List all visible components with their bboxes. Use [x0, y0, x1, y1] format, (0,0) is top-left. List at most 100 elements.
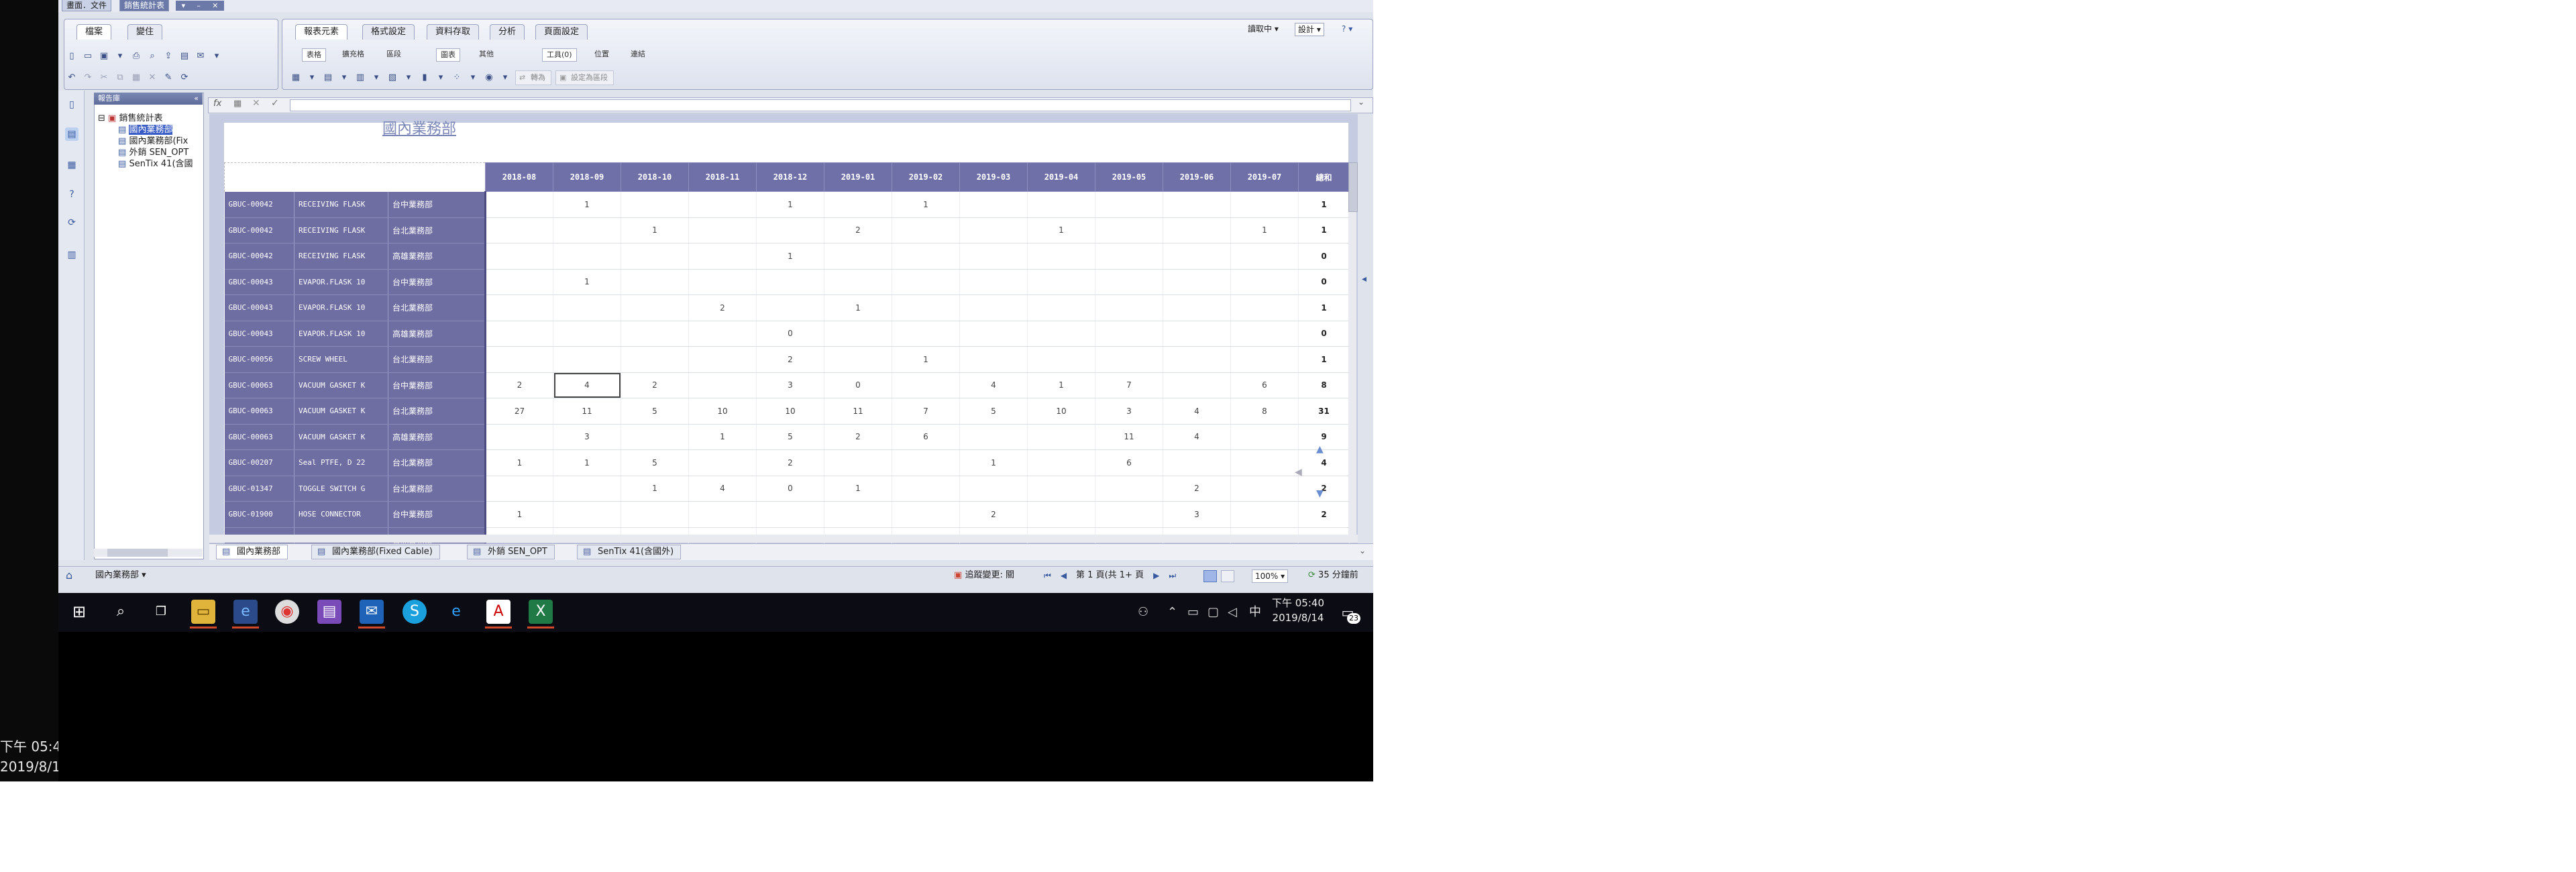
value-cell[interactable]: [688, 346, 757, 373]
doc-tab-home[interactable]: 畫面．文件: [62, 0, 112, 11]
value-cell[interactable]: [621, 501, 689, 528]
value-cell[interactable]: [892, 501, 960, 528]
value-cell[interactable]: [892, 294, 960, 321]
report-library-icon[interactable]: ▥: [65, 248, 78, 262]
item-desc-cell[interactable]: EVAPOR.FLASK 10: [294, 269, 388, 295]
value-cell[interactable]: [756, 501, 824, 528]
value-cell[interactable]: [621, 191, 689, 218]
total-cell[interactable]: 2: [1298, 476, 1350, 502]
ie-active-icon[interactable]: e: [233, 600, 258, 624]
value-cell[interactable]: 4: [1163, 424, 1231, 450]
formula-edit-icon[interactable]: ▦: [233, 99, 241, 109]
value-cell[interactable]: 3: [756, 372, 824, 398]
item-desc-cell[interactable]: VACUUM GASKET K: [294, 372, 388, 398]
value-cell[interactable]: 1: [485, 449, 553, 476]
ime-indicator[interactable]: 中: [1249, 596, 1261, 629]
report-tree-icon[interactable]: ▤: [65, 127, 78, 141]
value-cell[interactable]: [621, 269, 689, 295]
value-cell[interactable]: [1163, 321, 1231, 347]
structure-icon[interactable]: ▦: [65, 158, 78, 172]
refresh-data-icon[interactable]: ⟳: [65, 216, 78, 229]
department-cell[interactable]: 台北業務部: [388, 476, 486, 502]
page-view-icon[interactable]: [1221, 570, 1234, 582]
value-cell[interactable]: [1230, 501, 1299, 528]
formula-input[interactable]: [290, 99, 1351, 111]
value-cell[interactable]: [688, 191, 757, 218]
item-desc-cell[interactable]: RECEIVING FLASK: [294, 217, 388, 243]
column-dropdown-icon[interactable]: ▾: [370, 72, 382, 84]
read-mode-dropdown[interactable]: 讀取中 ▾: [1248, 23, 1279, 35]
total-cell[interactable]: 1: [1298, 346, 1350, 373]
value-cell[interactable]: [1163, 346, 1231, 373]
value-cell[interactable]: [1163, 372, 1231, 398]
value-cell[interactable]: 4: [688, 476, 757, 502]
value-cell[interactable]: [485, 321, 553, 347]
column-insert-icon[interactable]: ▥: [354, 72, 366, 84]
item-code-cell[interactable]: GBUC-00042: [224, 243, 294, 270]
value-cell[interactable]: [959, 269, 1028, 295]
redo-icon[interactable]: ↷: [82, 72, 94, 84]
last-page-icon[interactable]: ⏭: [1169, 566, 1176, 585]
value-cell[interactable]: [959, 321, 1028, 347]
item-desc-cell[interactable]: VACUUM GASKET K: [294, 398, 388, 425]
value-cell[interactable]: [824, 501, 892, 528]
value-cell[interactable]: [1027, 424, 1095, 450]
value-cell[interactable]: [553, 321, 621, 347]
value-cell[interactable]: [892, 449, 960, 476]
page-icon[interactable]: ▯: [65, 98, 78, 111]
value-cell[interactable]: 1: [824, 476, 892, 502]
value-cell[interactable]: 5: [756, 424, 824, 450]
department-cell[interactable]: 台北業務部: [388, 294, 486, 321]
report-vscroll[interactable]: [1348, 162, 1356, 538]
value-cell[interactable]: 2: [1163, 476, 1231, 502]
value-cell[interactable]: 5: [621, 398, 689, 425]
value-cell[interactable]: [621, 424, 689, 450]
value-cell[interactable]: [824, 449, 892, 476]
tab-page-setup[interactable]: 頁面設定: [535, 24, 588, 40]
value-cell[interactable]: 1: [892, 191, 960, 218]
department-cell[interactable]: 台中業務部: [388, 501, 486, 528]
value-cell[interactable]: [892, 321, 960, 347]
current-sheet-dropdown[interactable]: 國內業務部 ▾: [95, 566, 146, 585]
value-cell[interactable]: 0: [756, 321, 824, 347]
value-cell[interactable]: [1163, 449, 1231, 476]
month-header[interactable]: 2018-11: [688, 162, 757, 192]
value-cell[interactable]: 10: [688, 398, 757, 425]
tray-chevron-icon[interactable]: ⌃: [1167, 596, 1177, 629]
value-cell[interactable]: 27: [485, 398, 553, 425]
value-cell[interactable]: [485, 191, 553, 218]
close-tab-icon[interactable]: ✕: [212, 1, 218, 11]
value-cell[interactable]: 2: [621, 372, 689, 398]
value-cell[interactable]: [1095, 217, 1163, 243]
value-cell[interactable]: [1095, 501, 1163, 528]
value-cell[interactable]: [1027, 449, 1095, 476]
item-code-cell[interactable]: GBUC-00207: [224, 449, 294, 476]
total-cell[interactable]: 0: [1298, 243, 1350, 270]
value-cell[interactable]: [688, 321, 757, 347]
tab-report-elements[interactable]: 報表元素: [295, 24, 348, 40]
help-icon[interactable]: ? ▾: [1342, 23, 1352, 35]
formula-cancel-icon[interactable]: ✕: [252, 98, 260, 109]
value-cell[interactable]: [621, 321, 689, 347]
value-cell[interactable]: [688, 372, 757, 398]
value-cell[interactable]: 3: [553, 424, 621, 450]
bar-chart-dropdown-icon[interactable]: ▾: [435, 72, 447, 84]
value-cell[interactable]: 4: [1163, 398, 1231, 425]
tab-data-access[interactable]: 資料存取: [427, 24, 480, 40]
value-cell[interactable]: [892, 476, 960, 502]
month-header[interactable]: 2018-08: [485, 162, 553, 192]
ie-icon[interactable]: e: [444, 600, 468, 624]
task-view-icon[interactable]: ❐: [149, 600, 173, 624]
total-cell[interactable]: 9: [1298, 424, 1350, 450]
save-dropdown-icon[interactable]: ▾: [114, 50, 126, 62]
value-cell[interactable]: [553, 294, 621, 321]
value-cell[interactable]: 6: [1095, 449, 1163, 476]
value-cell[interactable]: 2: [824, 217, 892, 243]
value-cell[interactable]: [621, 294, 689, 321]
value-cell[interactable]: [892, 217, 960, 243]
outlook-icon[interactable]: ✉: [360, 600, 384, 624]
value-cell[interactable]: [1027, 269, 1095, 295]
bar-chart-icon[interactable]: ▮: [419, 72, 431, 84]
doc-tab-sales-report[interactable]: 銷售統計表: [119, 0, 170, 11]
value-cell[interactable]: [1027, 294, 1095, 321]
